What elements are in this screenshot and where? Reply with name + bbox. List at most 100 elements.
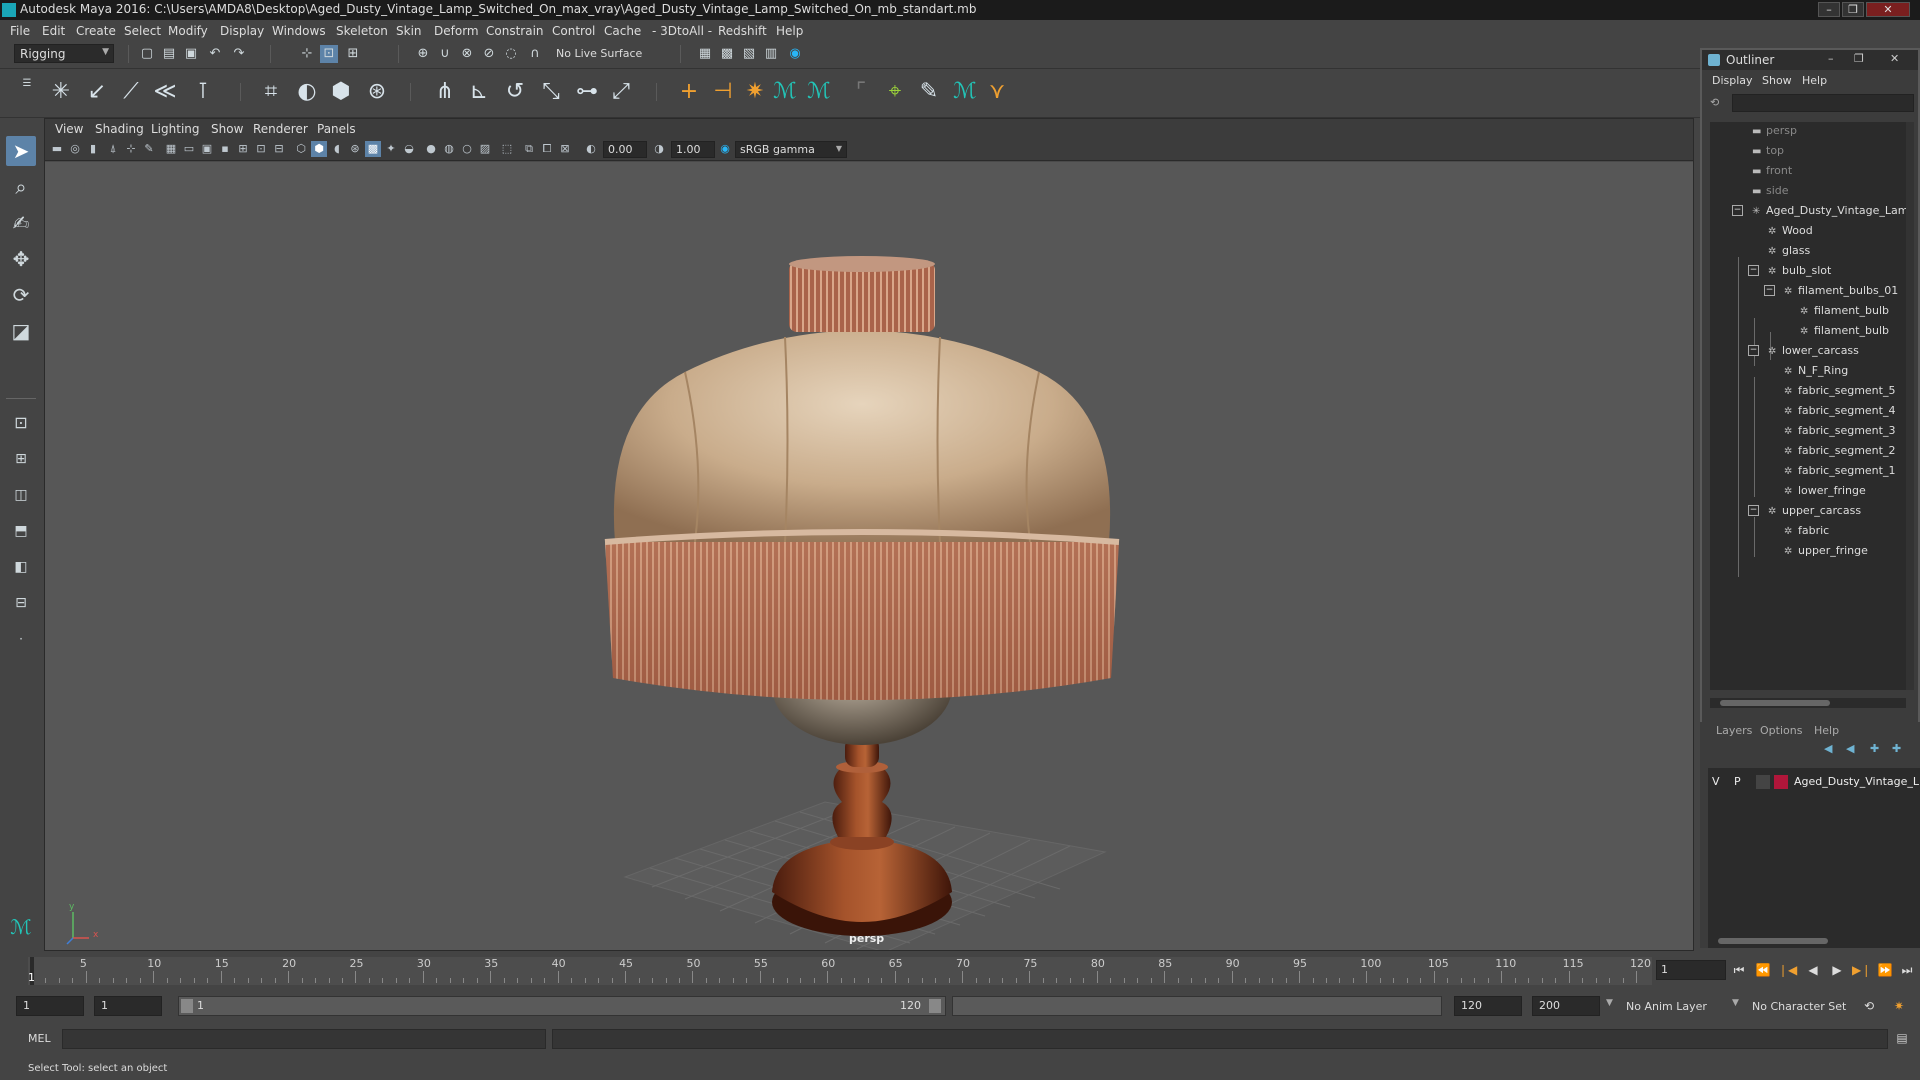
rotate-tool-icon[interactable]: ⟳ bbox=[6, 280, 36, 310]
playback-end-field[interactable]: 120 bbox=[1454, 996, 1522, 1016]
current-frame-field[interactable]: 1 bbox=[1656, 960, 1726, 980]
wireframe-icon[interactable]: ⬡ bbox=[293, 141, 309, 157]
menu-help[interactable]: Help bbox=[776, 24, 803, 38]
mode-dropdown[interactable]: Rigging ▼ bbox=[14, 44, 114, 63]
tree-node-bulb-slot[interactable]: ✲ bulb_slot bbox=[1768, 262, 1831, 280]
ik-spline-icon[interactable]: ⟋ bbox=[116, 77, 146, 107]
wireframe-on-shaded-icon[interactable]: ⊛ bbox=[347, 141, 363, 157]
parent-constraint-icon[interactable]: ⊶ bbox=[572, 77, 602, 107]
outliner-close-button[interactable]: ✕ bbox=[1890, 52, 1899, 65]
tree-node-filament-bulb-2[interactable]: ✲ filament_bulb bbox=[1800, 322, 1889, 340]
select-tool-icon[interactable]: ➤ bbox=[6, 136, 36, 166]
layer-visibility-toggle[interactable]: V bbox=[1712, 775, 1720, 788]
menu-constrain[interactable]: Constrain bbox=[486, 24, 544, 38]
collapse-toggle[interactable]: − bbox=[1748, 345, 1759, 356]
save-scene-icon[interactable]: ▣ bbox=[182, 45, 200, 63]
tree-node-upper-carcass[interactable]: ✲ upper_carcass bbox=[1768, 502, 1861, 520]
textured-icon[interactable]: ▩ bbox=[365, 141, 381, 157]
ik-handle-icon[interactable]: ↙ bbox=[82, 77, 112, 107]
close-button[interactable]: ✕ bbox=[1866, 2, 1910, 17]
collapse-toggle[interactable]: − bbox=[1748, 505, 1759, 516]
joint-tool-icon[interactable]: ✳ bbox=[46, 77, 76, 107]
play-backwards-icon[interactable]: ◀ bbox=[1804, 961, 1822, 979]
range-bar-extension[interactable] bbox=[952, 996, 1442, 1016]
aim-constraint-icon[interactable]: ⊾ bbox=[464, 77, 494, 107]
ipr-render-icon[interactable]: ▧ bbox=[740, 45, 758, 63]
tree-node-front[interactable]: ▬ front bbox=[1752, 162, 1792, 180]
field-chart-icon[interactable]: ⊞ bbox=[235, 141, 251, 157]
bind-skin-icon[interactable]: ⌗ bbox=[256, 77, 286, 107]
tree-node-glass[interactable]: ✲ glass bbox=[1768, 242, 1810, 260]
insert-joint-icon[interactable]: ≪ bbox=[150, 77, 180, 107]
scroll-thumb[interactable] bbox=[1720, 700, 1830, 706]
hypershade-icon[interactable]: ◉ bbox=[786, 45, 804, 63]
vp-menu-panels[interactable]: Panels bbox=[317, 122, 356, 136]
tree-node-side[interactable]: ▬ side bbox=[1752, 182, 1789, 200]
scale-tool-icon[interactable]: ◪ bbox=[6, 316, 36, 346]
snap-to-curve-icon[interactable]: ∪ bbox=[436, 45, 454, 63]
toolbox-more-icon[interactable]: · bbox=[6, 624, 36, 654]
auto-key-toggle-icon[interactable]: ⟲ bbox=[1860, 997, 1878, 1015]
tree-node-fabric-segment-3[interactable]: ✲ fabric_segment_3 bbox=[1784, 422, 1895, 440]
animation-start-field[interactable]: 1 bbox=[16, 996, 84, 1016]
shelf-menu-icon[interactable]: ☰ bbox=[18, 75, 36, 93]
layer-menu-layers[interactable]: Layers bbox=[1716, 724, 1752, 737]
xray-icon[interactable]: ⧉ bbox=[521, 141, 537, 157]
grease-pencil-icon[interactable]: ✎ bbox=[141, 141, 157, 157]
tree-node-fabric-segment-1[interactable]: ✲ fabric_segment_1 bbox=[1784, 462, 1895, 480]
maya-m-third-icon[interactable]: ℳ bbox=[950, 77, 980, 107]
new-layer-icon[interactable]: ✚ bbox=[1870, 742, 1886, 755]
use-all-lights-icon[interactable]: ✦ bbox=[383, 141, 399, 157]
menu-create[interactable]: Create bbox=[76, 24, 116, 38]
default-lighting-icon[interactable]: ◖ bbox=[329, 141, 345, 157]
tree-node-nf-ring[interactable]: ✲ N_F_Ring bbox=[1784, 362, 1848, 380]
paint-tool-icon[interactable]: ⌖ bbox=[880, 77, 910, 107]
cluster-icon[interactable]: ⊛ bbox=[362, 77, 392, 107]
lasso-tool-icon[interactable]: ⌕ bbox=[6, 172, 36, 202]
color-space-dropdown[interactable]: sRGB gamma ▼ bbox=[735, 141, 847, 158]
xray-components-icon[interactable]: ⊠ bbox=[557, 141, 573, 157]
depth-of-field-icon[interactable]: ▨ bbox=[477, 141, 493, 157]
make-live-icon[interactable]: ∩ bbox=[526, 45, 544, 63]
gate-mask-icon[interactable]: ▪ bbox=[217, 141, 233, 157]
blend-shape-icon[interactable]: ⋎ bbox=[982, 77, 1012, 107]
script-editor-icon[interactable]: ▤ bbox=[1894, 1031, 1910, 1047]
snap-to-point-icon[interactable]: ⊗ bbox=[458, 45, 476, 63]
outliner-minimize-button[interactable]: – bbox=[1828, 52, 1834, 65]
vp-menu-renderer[interactable]: Renderer bbox=[253, 122, 308, 136]
menu-skeleton[interactable]: Skeleton bbox=[336, 24, 388, 38]
menu-windows[interactable]: Windows bbox=[272, 24, 326, 38]
pole-vector-icon[interactable]: ⤢ bbox=[606, 77, 636, 107]
outliner-menu-show[interactable]: Show bbox=[1762, 74, 1792, 87]
vp-menu-view[interactable]: View bbox=[55, 122, 83, 136]
lattice-icon[interactable]: ⬢ bbox=[326, 77, 356, 107]
anim-layer-dropdown[interactable]: No Anim Layer bbox=[1626, 1000, 1707, 1013]
menu-deform[interactable]: Deform bbox=[434, 24, 479, 38]
outliner-search-input[interactable] bbox=[1732, 94, 1914, 112]
shadows-icon[interactable]: ◒ bbox=[401, 141, 417, 157]
menu-skin[interactable]: Skin bbox=[396, 24, 422, 38]
collapse-toggle[interactable]: − bbox=[1748, 265, 1759, 276]
layer-menu-options[interactable]: Options bbox=[1760, 724, 1802, 737]
select-by-object-icon[interactable]: ⊡ bbox=[320, 45, 338, 63]
persp-graph-layout-icon[interactable]: ⬒ bbox=[6, 516, 36, 546]
outliner-filter-icon[interactable]: ⟲ bbox=[1710, 96, 1724, 110]
command-input[interactable] bbox=[62, 1029, 546, 1049]
single-perspective-layout-icon[interactable]: ⊡ bbox=[6, 408, 36, 438]
gamma-field[interactable]: 1.00 bbox=[671, 141, 715, 158]
anti-aliasing-icon[interactable]: ○ bbox=[459, 141, 475, 157]
playback-start-field[interactable]: 1 bbox=[94, 996, 162, 1016]
menu-file[interactable]: File bbox=[10, 24, 30, 38]
menu-redshift[interactable]: Redshift bbox=[718, 24, 767, 38]
outliner-tree[interactable]: ▬ persp ▬ top ▬ front ▬ side − ✳ Aged_Dusty_V… bbox=[1710, 122, 1906, 690]
camera-attributes-icon[interactable]: ◎ bbox=[67, 141, 83, 157]
outliner-menu-display[interactable]: Display bbox=[1712, 74, 1753, 87]
undo-icon[interactable]: ↶ bbox=[206, 45, 224, 63]
scroll-thumb[interactable] bbox=[1718, 938, 1828, 944]
paint-weights-icon[interactable]: ◐ bbox=[292, 77, 322, 107]
snap-to-surface-icon[interactable]: ◌ bbox=[502, 45, 520, 63]
layer-playback-toggle[interactable]: P bbox=[1734, 775, 1741, 788]
brush-icon[interactable]: ✎ bbox=[914, 77, 944, 107]
viewport-canvas[interactable]: y x persp bbox=[45, 162, 1693, 950]
outliner-vscrollbar[interactable] bbox=[1906, 122, 1914, 690]
